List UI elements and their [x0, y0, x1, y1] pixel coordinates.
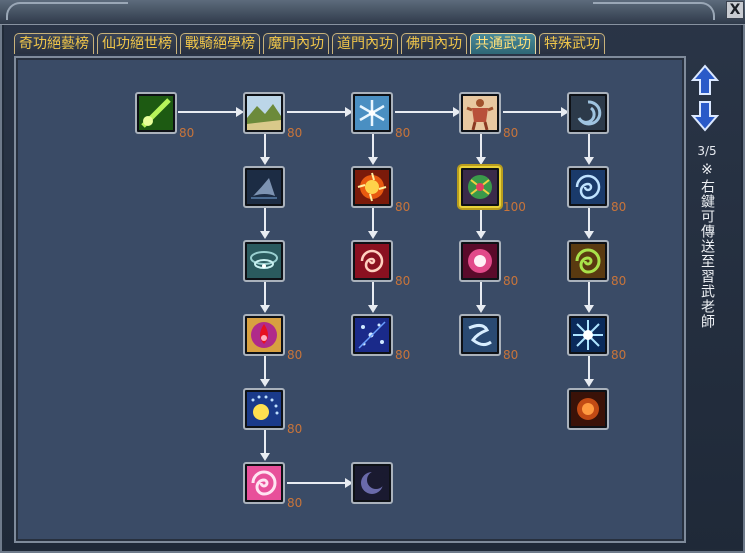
starburst-icon — [571, 318, 605, 352]
skill-slot-golden-sun[interactable] — [243, 388, 285, 430]
skill-level: 80 — [287, 496, 303, 510]
skill-slot-red-spiral[interactable] — [351, 240, 393, 282]
tab-zhanqi[interactable]: 戰騎絕學榜 — [180, 33, 260, 54]
skill-slot-landscape[interactable] — [243, 92, 285, 134]
skill-level: 100 — [503, 200, 526, 214]
tab-gongtong[interactable]: 共通武功 — [470, 33, 536, 54]
tab-momen[interactable]: 魔門內功 — [263, 33, 329, 54]
dark-swirl-icon — [571, 96, 605, 130]
category-tabs: 奇功絕藝榜 仙功絕世榜 戰騎絕學榜 魔門內功 道門內功 佛門內功 共通武功 特殊… — [14, 33, 605, 55]
shark-fin-icon — [247, 170, 281, 204]
fire-burst-icon — [355, 170, 389, 204]
warrior-body-icon — [463, 96, 497, 130]
skill-slot-blue-sparkle[interactable] — [351, 314, 393, 356]
skill-slot-orange-flare[interactable] — [567, 388, 609, 430]
arrow-up-icon — [690, 64, 720, 95]
skill-slot-teal-vortex[interactable] — [243, 240, 285, 282]
skill-window: X 奇功絕藝榜 仙功絕世榜 戰騎絕學榜 魔門內功 道門內功 佛門內功 共通武功 … — [0, 0, 745, 553]
arrow-down-icon — [690, 101, 720, 132]
tab-teshu[interactable]: 特殊武功 — [539, 33, 605, 54]
title-bar[interactable]: X — [0, 0, 745, 25]
skill-slot-fire-burst[interactable] — [351, 166, 393, 208]
skill-slot-warrior[interactable] — [459, 92, 501, 134]
tab-daomen[interactable]: 道門內功 — [332, 33, 398, 54]
landscape-icon — [247, 96, 281, 130]
skill-slot-shark-fin[interactable] — [243, 166, 285, 208]
pink-vortex-icon — [247, 466, 281, 500]
purple-crescent-icon — [355, 466, 389, 500]
page-down-button[interactable] — [690, 100, 720, 132]
skill-slot-pink-ring[interactable] — [459, 240, 501, 282]
skill-slot-starburst[interactable] — [567, 314, 609, 356]
side-panel: 3/5 ※右鍵可傳送至習武老師 — [690, 64, 724, 534]
skill-level: 80 — [395, 126, 411, 140]
skill-slot-green-beam[interactable] — [135, 92, 177, 134]
skill-level: 80 — [611, 200, 627, 214]
blue-whirl-icon — [571, 170, 605, 204]
blood-drop-icon — [247, 318, 281, 352]
teal-vortex-icon — [247, 244, 281, 278]
right-click-hint: ※右鍵可傳送至習武老師 — [699, 162, 715, 329]
skill-slot-blood-drop[interactable] — [243, 314, 285, 356]
skill-level: 80 — [611, 274, 627, 288]
skill-level: 80 — [395, 200, 411, 214]
skill-level: 80 — [503, 348, 519, 362]
skill-slot-dark-swirl[interactable] — [567, 92, 609, 134]
skill-level: 80 — [503, 126, 519, 140]
skill-slot-blue-whirl[interactable] — [567, 166, 609, 208]
skill-slot-green-spiral[interactable] — [567, 240, 609, 282]
skill-slot-wind-swirl[interactable] — [459, 314, 501, 356]
skill-slot-pink-vortex[interactable] — [243, 462, 285, 504]
pink-ring-icon — [463, 244, 497, 278]
page-indicator: 3/5 — [697, 144, 717, 158]
orange-flare-icon — [571, 392, 605, 426]
golden-sun-icon — [247, 392, 281, 426]
skill-slot-snowflake[interactable] — [351, 92, 393, 134]
tab-qigong[interactable]: 奇功絕藝榜 — [14, 33, 94, 54]
skill-level: 80 — [287, 348, 303, 362]
skill-level: 80 — [395, 348, 411, 362]
page-up-button[interactable] — [690, 64, 720, 96]
skill-level: 80 — [503, 274, 519, 288]
snowflake-icon — [355, 96, 389, 130]
skill-level: 80 — [287, 422, 303, 436]
blue-sparkle-icon — [355, 318, 389, 352]
skill-slot-purple-crescent[interactable] — [351, 462, 393, 504]
title-ornament-left — [6, 2, 128, 20]
tab-fomen[interactable]: 佛門內功 — [401, 33, 467, 54]
green-beam-icon — [139, 96, 173, 130]
skill-level: 80 — [611, 348, 627, 362]
skill-level: 80 — [395, 274, 411, 288]
title-ornament-right — [593, 2, 715, 20]
tab-xiangong[interactable]: 仙功絕世榜 — [97, 33, 177, 54]
red-spiral-icon — [355, 244, 389, 278]
skill-level: 80 — [287, 126, 303, 140]
close-button[interactable]: X — [726, 1, 744, 19]
wind-swirl-icon — [463, 318, 497, 352]
green-orb-icon — [463, 170, 497, 204]
skill-slot-green-orb[interactable] — [459, 166, 501, 208]
skill-level: 80 — [179, 126, 195, 140]
green-spiral-icon — [571, 244, 605, 278]
